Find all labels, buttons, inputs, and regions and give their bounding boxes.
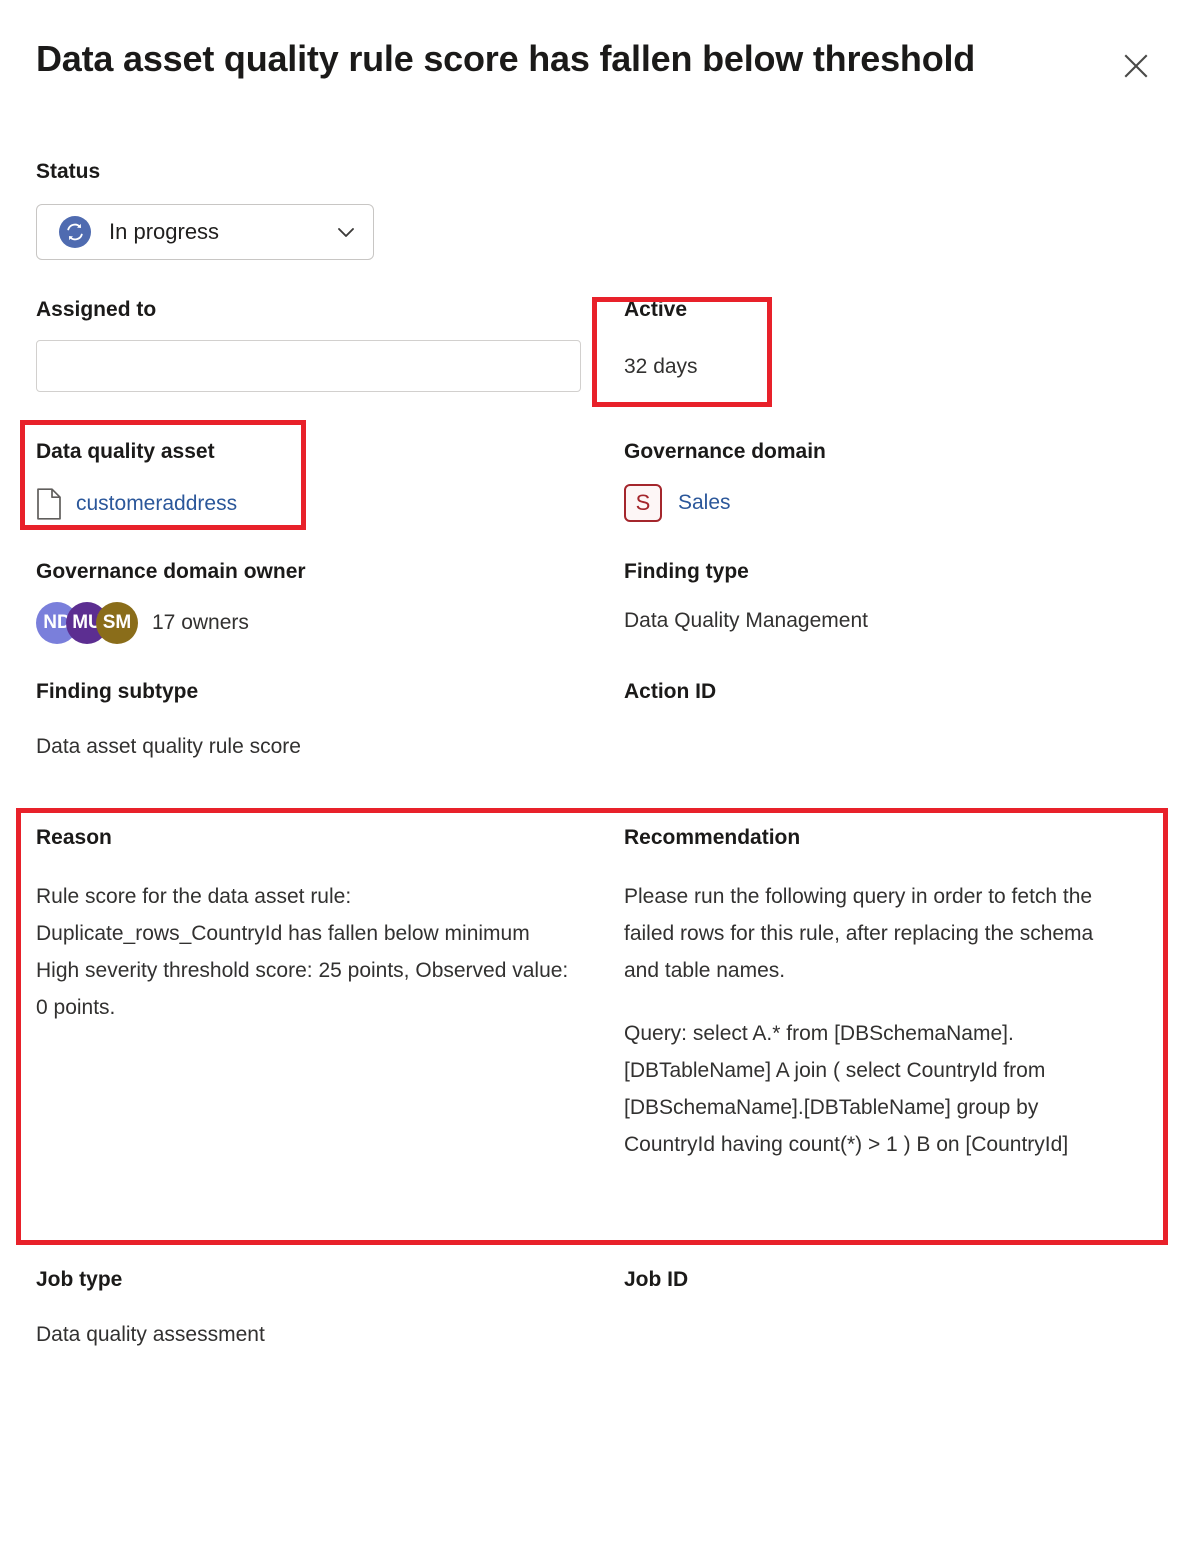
job-type-field: Job type Data quality assessment — [36, 1266, 606, 1350]
data-quality-asset-field: Data quality asset customeraddress — [36, 422, 606, 522]
assigned-to-label: Assigned to — [36, 298, 157, 321]
subtype-actionid-row: Finding subtype Data asset quality rule … — [36, 678, 1154, 762]
job-id-field: Job ID — [606, 1266, 1154, 1350]
action-id-label: Action ID — [624, 680, 717, 703]
close-button[interactable] — [1112, 42, 1160, 90]
sync-icon — [59, 216, 91, 248]
panel-body: Status In progress Assigned to Active 32… — [0, 158, 1190, 1350]
recommendation-field: Recommendation Please run the following … — [606, 824, 1154, 1238]
active-value: 32 days — [624, 355, 698, 378]
avatar-stack[interactable]: ND MU SM — [36, 602, 138, 644]
recommendation-label: Recommendation — [624, 826, 801, 849]
page-title: Data asset quality rule score has fallen… — [36, 38, 976, 79]
governance-domain-link[interactable]: Sales — [678, 488, 731, 518]
finding-type-field: Finding type Data Quality Management — [606, 558, 1154, 644]
recommendation-paragraph-1: Please run the following query in order … — [624, 885, 1094, 982]
owners-count: 17 owners — [152, 611, 249, 634]
document-icon — [36, 488, 62, 520]
status-dropdown[interactable]: In progress — [36, 204, 374, 260]
reason-label: Reason — [36, 826, 112, 849]
status-label: Status — [36, 160, 101, 183]
active-field: Active 32 days — [606, 296, 1154, 392]
avatar[interactable]: SM — [96, 602, 138, 644]
data-quality-asset-label: Data quality asset — [36, 440, 215, 463]
reason-field: Reason Rule score for the data asset rul… — [36, 824, 606, 1238]
job-id-label: Job ID — [624, 1268, 689, 1291]
recommendation-paragraph-2: Query: select A.* from [DBSchemaName].[D… — [624, 1022, 1069, 1156]
status-value: In progress — [109, 219, 220, 244]
owners-line[interactable]: ND MU SM 17 owners — [36, 602, 606, 644]
assigned-active-row: Assigned to Active 32 days — [36, 260, 1154, 392]
reason-value: Rule score for the data asset rule: Dupl… — [36, 885, 569, 1019]
domain-badge: S — [624, 484, 662, 522]
asset-domain-row: Data quality asset customeraddress Gover… — [36, 422, 1154, 522]
action-id-field: Action ID — [606, 678, 1154, 762]
panel-header: Data asset quality rule score has fallen… — [0, 0, 1190, 120]
owner-findingtype-row: Governance domain owner ND MU SM 17 owne… — [36, 558, 1154, 644]
assigned-to-input[interactable] — [36, 340, 581, 392]
governance-domain-owner-field: Governance domain owner ND MU SM 17 owne… — [36, 558, 606, 644]
finding-subtype-field: Finding subtype Data asset quality rule … — [36, 678, 606, 762]
close-icon — [1121, 51, 1151, 81]
assigned-to-field: Assigned to — [36, 296, 606, 392]
job-row: Job type Data quality assessment Job ID — [36, 1266, 1154, 1350]
governance-domain-owner-label: Governance domain owner — [36, 560, 306, 583]
finding-subtype-label: Finding subtype — [36, 680, 199, 703]
governance-domain-label: Governance domain — [624, 440, 826, 463]
job-type-value: Data quality assessment — [36, 1323, 265, 1346]
finding-type-value: Data Quality Management — [624, 609, 868, 632]
status-field: Status In progress — [36, 158, 1154, 260]
job-type-label: Job type — [36, 1268, 123, 1291]
reason-recommendation-row: Reason Rule score for the data asset rul… — [36, 796, 1154, 1238]
governance-domain-field: Governance domain S Sales — [606, 422, 1154, 522]
active-label: Active — [624, 298, 688, 321]
finding-type-label: Finding type — [624, 560, 749, 583]
data-quality-asset-link[interactable]: customeraddress — [76, 489, 237, 519]
chevron-down-icon — [333, 219, 359, 245]
data-quality-asset-value-row[interactable]: customeraddress — [36, 488, 606, 520]
governance-domain-value-row[interactable]: S Sales — [624, 484, 1154, 522]
finding-subtype-value: Data asset quality rule score — [36, 735, 301, 758]
